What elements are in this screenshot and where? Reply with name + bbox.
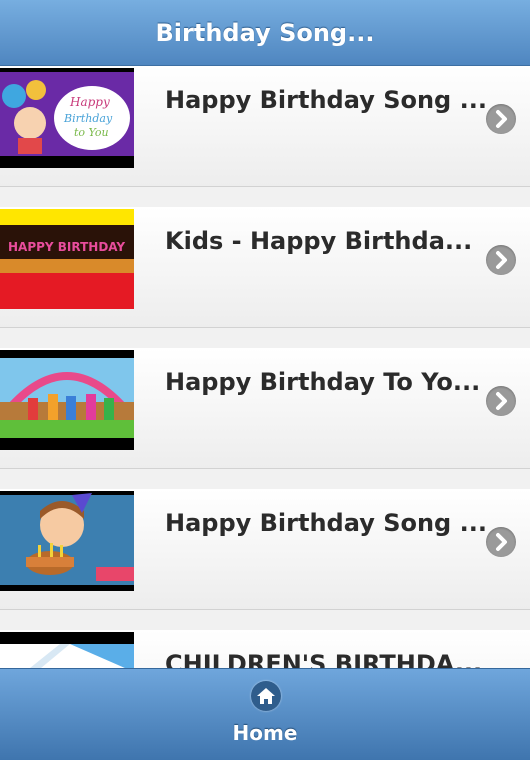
chevron-right-icon[interactable] — [486, 245, 516, 275]
list-item[interactable]: CHILDREN'S BIRTHDA... — [0, 630, 530, 668]
video-title: Happy Birthday Song ... — [165, 509, 487, 537]
boy-with-cake-thumbnail — [0, 491, 134, 591]
app-header: Birthday Song... — [0, 0, 530, 66]
thumb-text-to-you: to You — [74, 126, 109, 139]
birthday-candles-thumbnail: HAPPY BIRTHDAY — [0, 209, 134, 309]
chevron-right-icon[interactable] — [486, 386, 516, 416]
list-item[interactable]: Happy Birthday To Yo... — [0, 348, 530, 469]
home-button[interactable]: Home — [215, 677, 315, 755]
list-item[interactable]: Happy Birthday to You Happy Birthday Son… — [0, 66, 530, 187]
home-icon — [251, 681, 281, 711]
video-title: CHILDREN'S BIRTHDA... — [165, 650, 483, 668]
video-title: Kids - Happy Birthda... — [165, 227, 473, 255]
chevron-right-icon[interactable] — [486, 527, 516, 557]
video-title: Happy Birthday To Yo... — [165, 368, 481, 396]
thumb-text-happy: Happy — [69, 95, 110, 109]
thumb-text-candles: HAPPY BIRTHDAY — [8, 240, 125, 254]
chevron-right-icon[interactable] — [486, 104, 516, 134]
home-label: Home — [232, 721, 298, 745]
happy-birthday-to-you-thumbnail: Happy Birthday to You — [0, 68, 134, 168]
list-item[interactable]: HAPPY BIRTHDAY Kids - Happy Birthda... — [0, 207, 530, 328]
list-item[interactable]: Happy Birthday Song ... — [0, 489, 530, 610]
video-title: Happy Birthday Song ... — [165, 86, 487, 114]
footer-nav: Home — [0, 668, 530, 760]
page-title: Birthday Song... — [155, 18, 375, 47]
blue-banner-thumbnail — [0, 632, 134, 668]
video-list[interactable]: Happy Birthday to You Happy Birthday Son… — [0, 66, 530, 668]
thumb-text-birthday: Birthday — [63, 112, 113, 125]
party-kids-thumbnail — [0, 350, 134, 450]
